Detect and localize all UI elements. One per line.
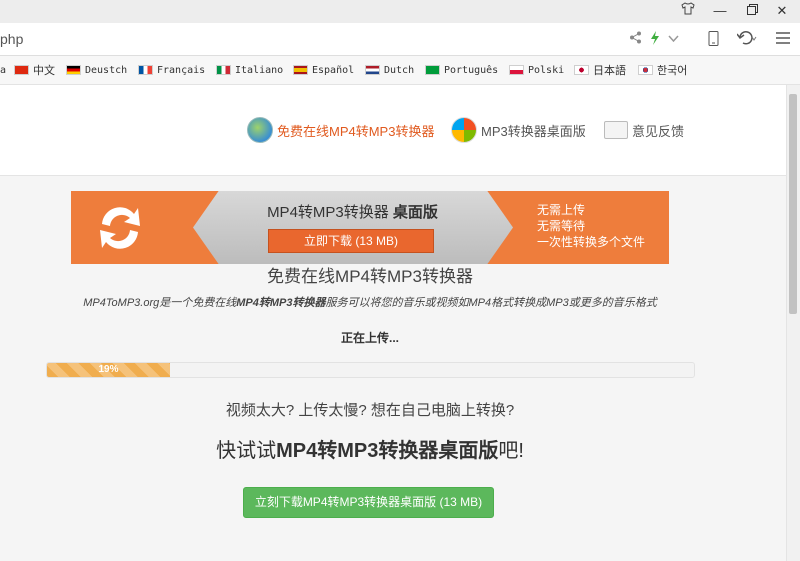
bookmark-german[interactable]: Deustch: [66, 63, 127, 77]
chevron-down-icon[interactable]: [668, 31, 679, 47]
minimize-icon[interactable]: —: [710, 2, 730, 20]
poland-flag-icon: [509, 65, 524, 75]
bookmark-portuguese[interactable]: Português: [425, 63, 498, 77]
promo-cta-text: 快试试MP4转MP3转换器桌面版吧!: [216, 440, 524, 462]
banner-feature: 无需等待: [537, 219, 586, 233]
upload-progress-bar: 19%: [46, 362, 695, 378]
windows-icon: [451, 117, 477, 143]
globe-icon: [247, 117, 273, 143]
envelope-icon: [604, 121, 628, 139]
banner-feature: 一次性转换多个文件: [537, 235, 646, 249]
url-text[interactable]: php: [0, 31, 23, 47]
refresh-convert-icon: [92, 202, 148, 254]
nav-feedback[interactable]: 意见反馈: [604, 115, 684, 145]
address-bar[interactable]: php: [0, 23, 800, 56]
brazil-flag-icon: [425, 65, 440, 75]
france-flag-icon: [138, 65, 153, 75]
bookmark-spanish[interactable]: Español: [293, 63, 354, 77]
page-title: 免费在线MP4转MP3转换器: [267, 267, 473, 286]
korea-flag-icon: [638, 65, 653, 75]
banner-title: MP4转MP3转换器 桌面版: [267, 204, 438, 221]
share-icon[interactable]: [629, 31, 642, 47]
nav-online-converter[interactable]: 免费在线MP4转MP3转换器: [247, 115, 434, 145]
banner-download-button[interactable]: 立即下载 (13 MB): [268, 229, 434, 253]
mobile-device-icon[interactable]: [708, 31, 719, 49]
close-icon[interactable]: ✕: [772, 2, 792, 20]
netherlands-flag-icon: [365, 65, 380, 75]
china-flag-icon: [14, 65, 29, 75]
bookmarks-bar: a 中文 Deustch Français Italiano Español D…: [0, 56, 800, 85]
lightning-icon[interactable]: [650, 31, 660, 48]
promo-question: 视频太大? 上传太慢? 想在自己电脑上转换?: [225, 402, 515, 419]
restore-icon[interactable]: [742, 2, 762, 20]
banner-features: 无需上传 无需等待 一次性转换多个文件: [537, 202, 645, 250]
italy-flag-icon: [216, 65, 231, 75]
germany-flag-icon: [66, 65, 81, 75]
bookmark-partial[interactable]: a: [0, 63, 6, 77]
bookmark-french[interactable]: Français: [138, 63, 205, 77]
site-header: 免费在线MP4转MP3转换器 MP3转换器桌面版 意见反馈: [0, 85, 786, 176]
bookmark-japanese[interactable]: 日本語: [574, 63, 626, 77]
scrollbar-thumb[interactable]: [789, 94, 797, 314]
nav-desktop-version[interactable]: MP3转换器桌面版: [451, 115, 586, 145]
page-description: MP4ToMP3.org是一个免费在线MP4转MP3转换器服务可以将您的音乐或视…: [83, 297, 657, 309]
undo-icon[interactable]: [736, 31, 757, 49]
bookmark-polish[interactable]: Polski: [509, 63, 564, 77]
skin-shirt-icon[interactable]: [678, 2, 698, 20]
bookmark-dutch[interactable]: Dutch: [365, 63, 414, 77]
menu-icon[interactable]: [776, 31, 790, 47]
banner-feature: 无需上传: [537, 203, 586, 217]
bookmark-korean[interactable]: 한국어: [638, 63, 687, 77]
bookmark-chinese[interactable]: 中文: [14, 63, 55, 77]
japan-flag-icon: [574, 65, 589, 75]
download-desktop-button[interactable]: 立刻下载MP4转MP3转换器桌面版 (13 MB): [243, 487, 494, 518]
upload-status: 正在上传...: [340, 331, 399, 345]
progress-fill: 19%: [47, 363, 170, 377]
bookmark-italian[interactable]: Italiano: [216, 63, 283, 77]
spain-flag-icon: [293, 65, 308, 75]
browser-titlebar: — ✕: [0, 0, 800, 23]
